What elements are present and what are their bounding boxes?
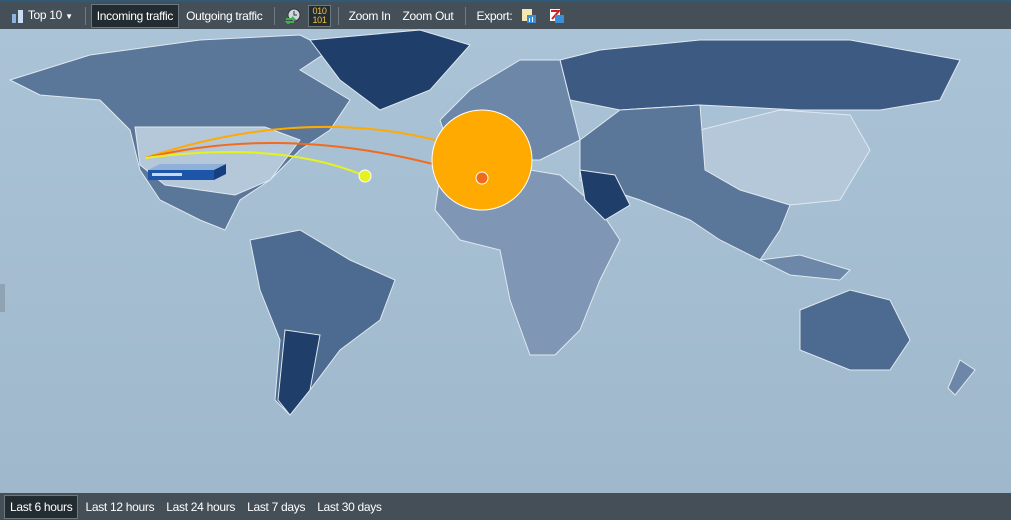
outgoing-traffic-tab[interactable]: Outgoing traffic	[181, 5, 267, 27]
australia	[799, 289, 911, 371]
russia	[559, 39, 961, 111]
chevron-down-icon: ▼	[65, 12, 73, 22]
top-n-dropdown[interactable]: Top 10 ▼	[6, 4, 78, 27]
traffic-bubble-large[interactable]	[431, 109, 533, 211]
export-pdf-button[interactable]	[544, 4, 570, 28]
south-america	[249, 229, 396, 416]
zoom-out-button[interactable]: Zoom Out	[398, 5, 459, 27]
incoming-traffic-tab[interactable]: Incoming traffic	[90, 3, 180, 28]
clock-refresh-icon	[285, 8, 301, 24]
countries	[8, 29, 976, 416]
world-map-svg	[8, 29, 976, 416]
world-traffic-map[interactable]	[0, 29, 1011, 493]
divider	[84, 6, 86, 25]
binary-view-button[interactable]: 010 101	[308, 4, 331, 27]
refresh-clock-button[interactable]	[280, 4, 306, 28]
new-zealand	[947, 359, 976, 396]
time-range-7d[interactable]: Last 7 days	[242, 496, 310, 518]
toolbar: Top 10 ▼ Incoming traffic Outgoing traff…	[0, 0, 1011, 29]
time-range-6h[interactable]: Last 6 hours	[4, 494, 79, 519]
top-n-label: Top 10	[27, 8, 63, 23]
excel-export-icon	[522, 8, 537, 23]
side-panel-handle[interactable]	[0, 284, 5, 312]
divider	[337, 6, 339, 25]
time-range-30d[interactable]: Last 30 days	[312, 496, 386, 518]
bar-chart-icon	[12, 9, 23, 23]
firewall-device-icon[interactable]	[148, 164, 226, 180]
traffic-point-red[interactable]	[475, 171, 489, 185]
indonesia	[758, 254, 851, 281]
divider	[465, 6, 467, 25]
time-range-12h[interactable]: Last 12 hours	[80, 496, 159, 518]
zoom-in-button[interactable]: Zoom In	[344, 5, 396, 27]
divider	[274, 6, 276, 25]
time-range-bar: Last 6 hours Last 12 hours Last 24 hours…	[0, 493, 1011, 520]
export-label: Export:	[476, 8, 513, 23]
time-range-24h[interactable]: Last 24 hours	[161, 496, 240, 518]
traffic-point-yellow[interactable]	[358, 169, 372, 183]
export-excel-button[interactable]	[516, 4, 542, 28]
binary-bottom: 101	[312, 14, 327, 25]
pdf-export-icon	[550, 8, 565, 23]
